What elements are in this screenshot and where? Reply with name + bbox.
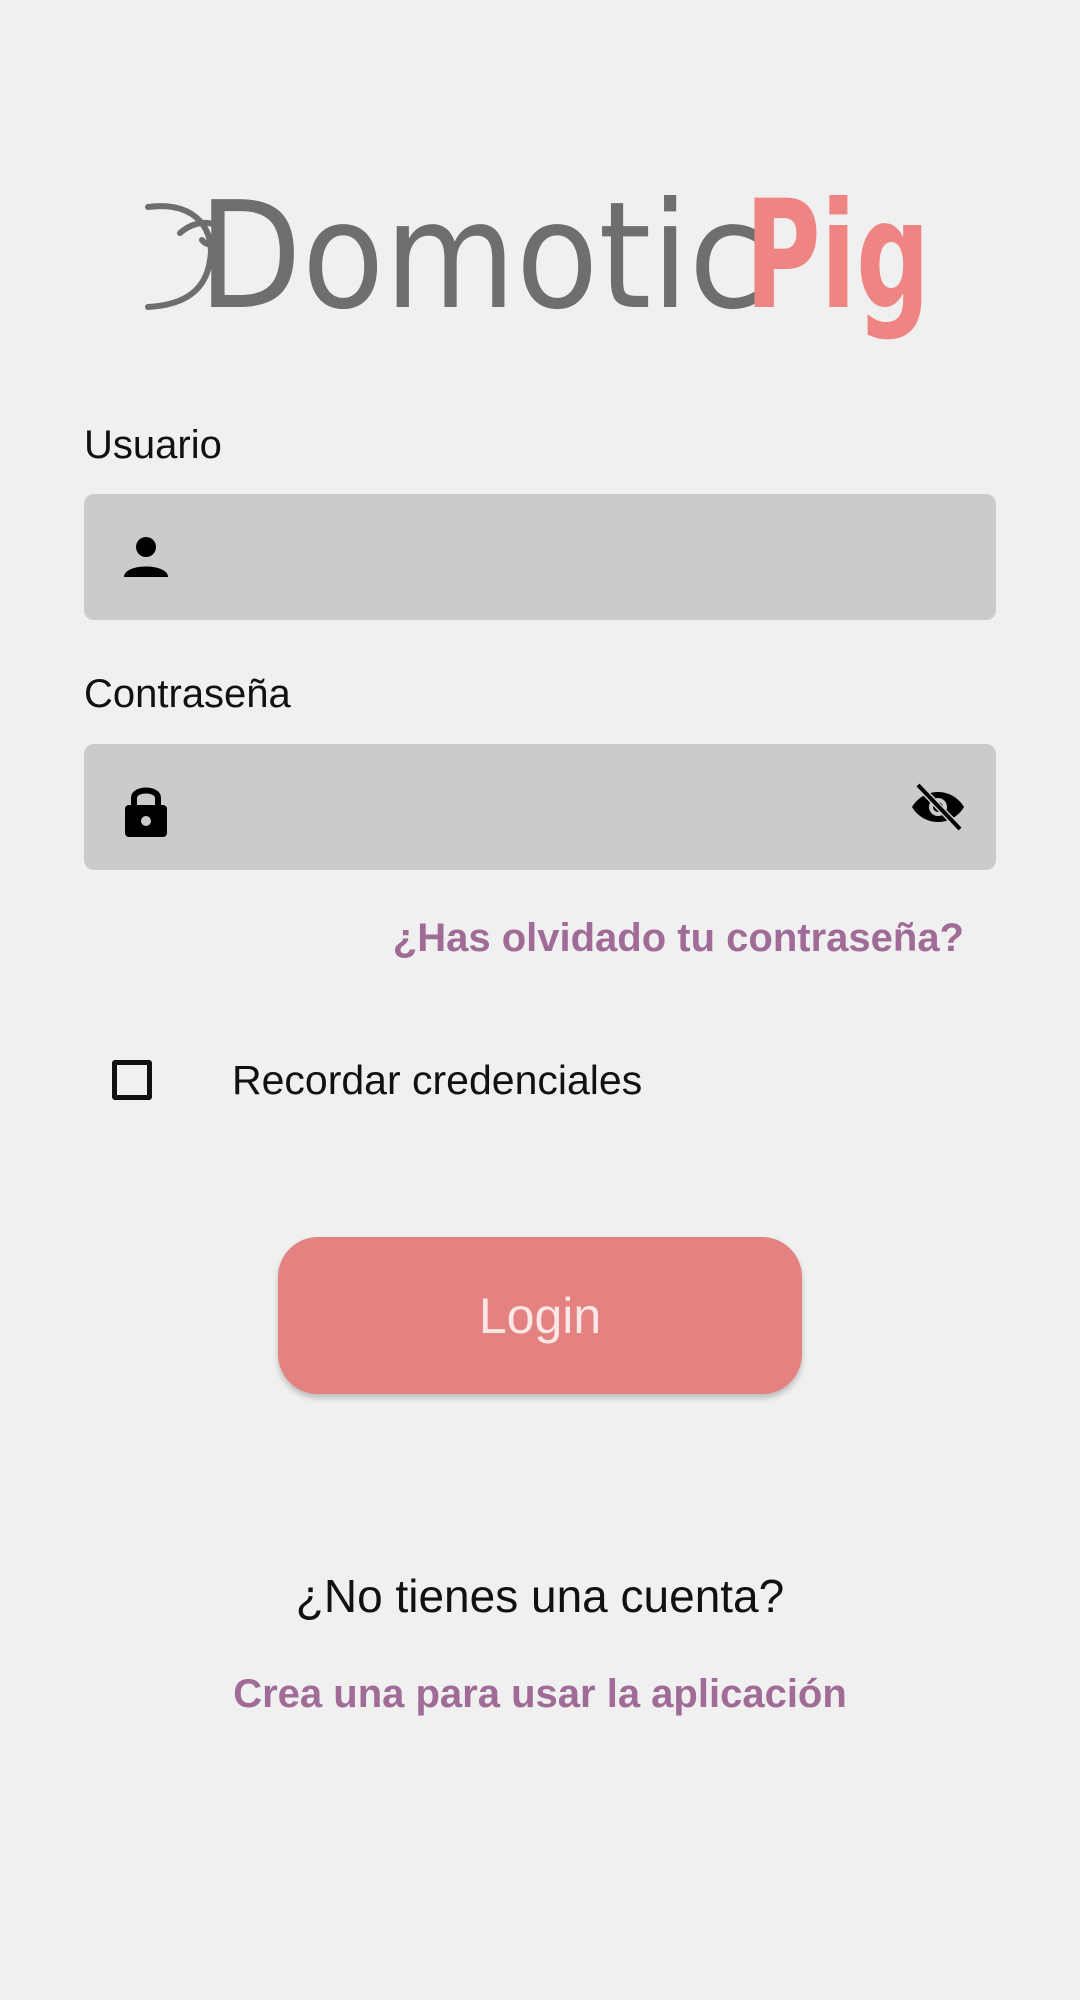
password-field[interactable] <box>84 744 996 872</box>
login-button[interactable]: Login <box>278 1237 802 1394</box>
eye-off-icon[interactable] <box>910 781 966 833</box>
person-icon <box>122 533 170 581</box>
password-input[interactable] <box>214 744 858 872</box>
username-input[interactable] <box>214 494 858 622</box>
logo-text-gray: Domotic <box>198 195 763 342</box>
remember-row: Recordar credenciales <box>112 1054 642 1106</box>
remember-checkbox[interactable] <box>112 1060 152 1100</box>
lock-icon <box>122 783 170 837</box>
logo-text-pink: Pig <box>745 195 930 343</box>
remember-label: Recordar credenciales <box>232 1057 643 1103</box>
password-label: Contraseña <box>84 672 291 716</box>
forgot-password-link[interactable]: ¿Has olvidado tu contraseña? <box>393 918 964 958</box>
app-logo: Domotic Pig <box>140 195 940 360</box>
username-field[interactable] <box>84 494 996 622</box>
no-account-text: ¿No tienes una cuenta? <box>295 1570 785 1622</box>
username-label: Usuario <box>84 423 222 467</box>
create-account-link[interactable]: Crea una para usar la aplicación <box>0 1674 1080 1714</box>
